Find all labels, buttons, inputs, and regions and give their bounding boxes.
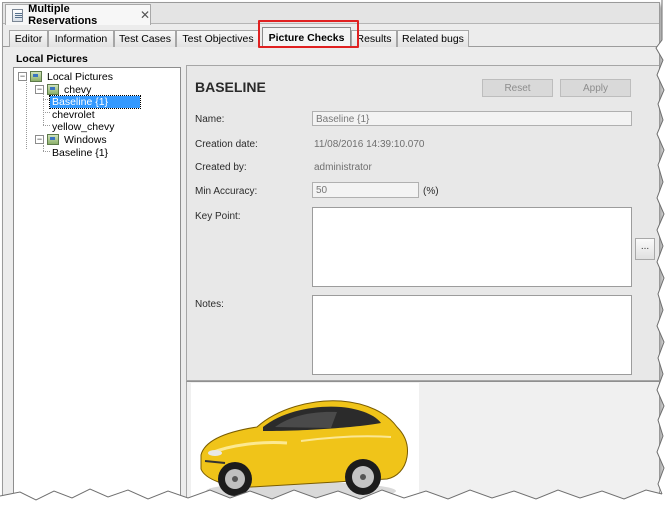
local-pictures-pane: Local Pictures − Local Pictures − chevy …	[13, 53, 181, 513]
tree-node-chevy-baseline[interactable]: Baseline {1}	[49, 94, 141, 109]
pictures-tree[interactable]: − Local Pictures − chevy Baseline {1} ch…	[13, 67, 181, 513]
tree-connector	[43, 99, 50, 100]
min-accuracy-field[interactable]: 50	[312, 182, 419, 198]
editor-window: Multiple Reservations ✕ Editor Informati…	[2, 2, 660, 514]
tree-node-label: yellow_chevy	[52, 120, 115, 133]
tree-node-label: Baseline {1}	[52, 146, 109, 159]
creation-date-value: 11/08/2016 14:39:10.070	[314, 139, 425, 150]
tree-node-label: Baseline {1}	[49, 94, 141, 109]
key-point-browse-button[interactable]: ...	[635, 238, 655, 260]
name-label: Name:	[195, 114, 225, 125]
picture-folder-icon	[47, 84, 59, 95]
tree-node-yellow-chevy[interactable]: yellow_chevy	[50, 120, 116, 133]
local-pictures-pane-title: Local Pictures	[16, 53, 88, 65]
key-point-textarea[interactable]	[312, 207, 632, 287]
created-by-label: Created by:	[195, 162, 247, 173]
tree-node-windows-baseline[interactable]: Baseline {1}	[50, 146, 110, 159]
tree-node-label: Windows	[64, 133, 107, 146]
notes-textarea[interactable]	[312, 295, 632, 375]
tree-connector	[43, 151, 50, 152]
editor-tab-multiple-reservations[interactable]: Multiple Reservations ✕	[5, 3, 151, 27]
car-picture	[191, 383, 419, 513]
tab-test-objectives[interactable]: Test Objectives	[176, 30, 260, 47]
car-image	[200, 400, 408, 500]
tab-related-bugs[interactable]: Related bugs	[397, 30, 469, 47]
tab-information[interactable]: Information	[48, 30, 114, 47]
tab-test-cases[interactable]: Test Cases	[114, 30, 176, 47]
collapse-icon[interactable]: −	[35, 85, 44, 94]
tree-node-root[interactable]: − Local Pictures	[18, 70, 115, 83]
editor-tab-title: Multiple Reservations	[28, 3, 98, 27]
tab-editor[interactable]: Editor	[9, 30, 48, 47]
tree-connector	[43, 112, 50, 113]
tree-connector	[26, 82, 27, 149]
min-accuracy-unit: (%)	[423, 186, 439, 197]
tree-node-label: chevy	[64, 83, 92, 96]
subtab-bar: Editor Information Test Cases Test Objec…	[3, 27, 659, 48]
creation-date-label: Creation date:	[195, 139, 258, 150]
collapse-icon[interactable]: −	[18, 72, 27, 81]
tab-results[interactable]: Results	[351, 30, 397, 47]
notes-label: Notes:	[195, 299, 224, 310]
collapse-icon[interactable]: −	[35, 135, 44, 144]
name-field[interactable]: Baseline {1}	[312, 111, 632, 126]
tree-node-label: chevrolet	[52, 108, 95, 121]
close-icon[interactable]: ✕	[140, 9, 150, 21]
editor-tab-bar: Multiple Reservations ✕	[3, 3, 659, 27]
picture-folder-icon	[47, 134, 59, 145]
picture-folder-icon	[30, 71, 42, 82]
apply-button[interactable]: Apply	[560, 79, 631, 97]
picture-preview-pane	[186, 381, 659, 513]
document-icon	[12, 8, 24, 22]
min-accuracy-label: Min Accuracy:	[195, 186, 258, 197]
tree-connector	[43, 125, 50, 126]
tab-picture-checks[interactable]: Picture Checks	[262, 27, 351, 48]
created-by-value: administrator	[314, 162, 372, 173]
reset-button[interactable]: Reset	[482, 79, 553, 97]
key-point-label: Key Point:	[195, 211, 241, 222]
picture-heading: BASELINE	[195, 79, 266, 95]
picture-details-panel: BASELINE Reset Apply Name: Baseline {1} …	[186, 65, 659, 381]
tree-node-windows[interactable]: − Windows	[35, 133, 109, 146]
tree-node-label: Local Pictures	[47, 70, 113, 83]
